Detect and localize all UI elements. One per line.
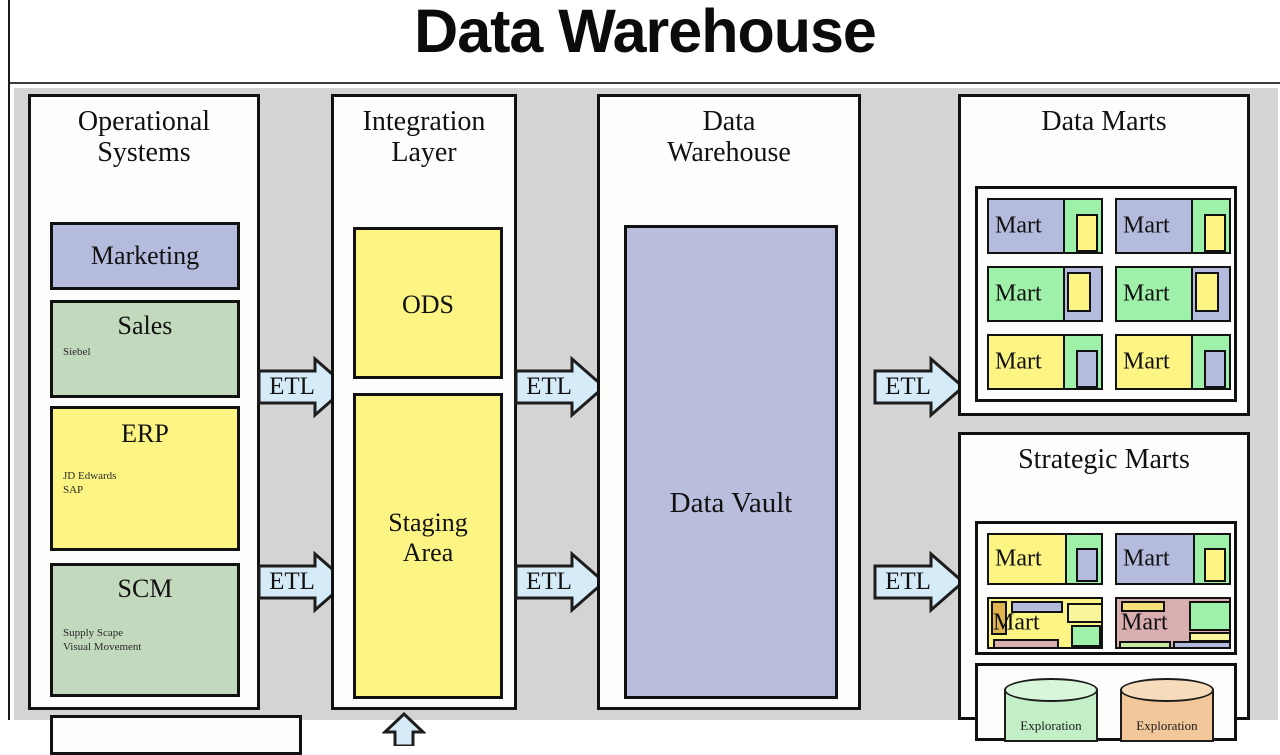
box-data-vault[interactable]: Data Vault bbox=[624, 225, 838, 699]
mart-side-b bbox=[1067, 272, 1091, 312]
cylinder-label: Exploration bbox=[1136, 718, 1198, 733]
mart-item[interactable]: Mart bbox=[987, 266, 1103, 322]
box-erp-label: ERP bbox=[121, 419, 169, 448]
mart-cell bbox=[1071, 625, 1101, 647]
box-scm[interactable]: SCM Supply Scape Visual Movement bbox=[50, 563, 240, 697]
cylinder-exploration-2[interactable]: Exploration bbox=[1120, 678, 1214, 742]
data-marts-grid: Mart Mart Mart Mart Mart Mart bbox=[975, 186, 1237, 402]
cylinder-top bbox=[1004, 678, 1098, 702]
arrow-etl-label: ETL bbox=[269, 373, 315, 400]
box-marketing[interactable]: Marketing bbox=[50, 222, 240, 290]
panel-title-line-2: Warehouse bbox=[667, 137, 791, 168]
title-band: Data Warehouse bbox=[10, 0, 1280, 84]
box-erp[interactable]: ERP JD Edwards SAP bbox=[50, 406, 240, 551]
box-scm-sub-2: Visual Movement bbox=[63, 641, 142, 653]
mart-side-b bbox=[1204, 350, 1226, 388]
mart-label: Mart bbox=[995, 348, 1042, 375]
page-left-rule bbox=[8, 0, 10, 720]
panel-title-strategic-marts: Strategic Marts bbox=[1018, 444, 1190, 475]
box-sales-label: Sales bbox=[117, 311, 173, 340]
box-ods[interactable]: ODS bbox=[353, 227, 503, 379]
panel-title-line-2: Systems bbox=[97, 137, 191, 168]
mart-label: Mart bbox=[1123, 348, 1170, 375]
mart-item[interactable]: Mart bbox=[1115, 533, 1231, 585]
mart-side-b bbox=[1076, 350, 1098, 388]
arrow-etl-label: ETL bbox=[885, 568, 931, 595]
panel-title-data-marts: Data Marts bbox=[1041, 106, 1167, 137]
mart-item[interactable]: Mart bbox=[987, 198, 1103, 254]
mart-label: Mart bbox=[995, 280, 1042, 307]
box-erp-sub-1: JD Edwards bbox=[63, 470, 117, 482]
mart-cell bbox=[1173, 641, 1229, 647]
box-staging-area-label-line-2: Area bbox=[402, 538, 454, 567]
panel-operational-systems: Operational Systems Marketing Sales Sieb… bbox=[28, 94, 260, 710]
mart-side-b bbox=[1076, 214, 1098, 252]
mart-side-b bbox=[1204, 214, 1226, 252]
arrow-etl-label: ETL bbox=[269, 568, 315, 595]
panel-integration-layer: Integration Layer ODS Staging Area bbox=[331, 94, 517, 710]
panel-data-warehouse: Data Warehouse Data Vault bbox=[597, 94, 861, 710]
exploration-warehouse-group: Exploration Exploration bbox=[975, 663, 1237, 742]
box-staging-area[interactable]: Staging Area bbox=[353, 393, 503, 699]
mart-label: Mart bbox=[993, 609, 1040, 636]
arrow-etl-dwh-to-marts-top: ETL bbox=[873, 356, 965, 418]
box-scm-sub-1: Supply Scape bbox=[63, 627, 124, 639]
mart-side-b bbox=[1076, 548, 1098, 582]
box-sales-sub-1: Siebel bbox=[63, 346, 91, 358]
arrow-etl-integration-to-dwh-bottom: ETL bbox=[514, 551, 606, 613]
mart-label: Mart bbox=[1123, 280, 1170, 307]
panel-title-line-2: Layer bbox=[391, 137, 457, 168]
mart-side-b bbox=[1195, 272, 1219, 312]
mart-label: Mart bbox=[1121, 609, 1168, 636]
arrow-etl-label: ETL bbox=[526, 373, 572, 400]
arrow-etl-label: ETL bbox=[526, 568, 572, 595]
mart-item[interactable]: Mart bbox=[1115, 334, 1231, 390]
panel-strategic-marts: Strategic Marts Mart Mart Mart Mart Expl… bbox=[958, 432, 1250, 742]
arrow-etl-integration-to-dwh-top: ETL bbox=[514, 356, 606, 418]
mart-label: Mart bbox=[995, 212, 1042, 239]
mart-item[interactable]: Mart bbox=[1115, 198, 1231, 254]
diagram-canvas: Operational Systems Marketing Sales Sieb… bbox=[14, 88, 1278, 755]
box-bottom-partial-left bbox=[50, 715, 302, 755]
panel-title-line-1: Integration bbox=[362, 106, 486, 137]
mart-cell bbox=[1067, 603, 1101, 623]
box-staging-area-label-line-1: Staging bbox=[388, 508, 468, 537]
mart-item[interactable]: Mart bbox=[1115, 266, 1231, 322]
mart-label: Mart bbox=[1123, 212, 1170, 239]
box-marketing-label: Marketing bbox=[90, 241, 200, 270]
mart-item[interactable]: Mart bbox=[987, 533, 1103, 585]
mart-item[interactable]: Mart bbox=[1115, 597, 1231, 649]
mart-cell bbox=[993, 639, 1059, 647]
box-scm-label: SCM bbox=[117, 574, 173, 603]
strategic-marts-grid: Mart Mart Mart Mart bbox=[975, 521, 1237, 655]
mart-label: Mart bbox=[1123, 545, 1170, 572]
mart-cell bbox=[1189, 601, 1229, 631]
box-sales[interactable]: Sales Siebel bbox=[50, 300, 240, 398]
mart-side-b bbox=[1204, 548, 1226, 582]
box-erp-sub-2: SAP bbox=[63, 484, 84, 496]
panel-data-marts: Data Marts Mart Mart Mart Mart Mart Mart bbox=[958, 94, 1250, 416]
arrow-etl-label: ETL bbox=[885, 373, 931, 400]
panel-title-integration-layer: Integration Layer bbox=[334, 97, 514, 168]
page-title: Data Warehouse bbox=[414, 0, 877, 65]
cylinder-top bbox=[1120, 678, 1214, 702]
box-ods-label: ODS bbox=[401, 290, 454, 319]
mart-item[interactable]: Mart bbox=[987, 597, 1103, 649]
arrow-etl-up-to-staging bbox=[381, 711, 427, 748]
diagram-page: Data Warehouse Operational Systems Marke… bbox=[0, 0, 1280, 755]
panel-title-operational-systems: Operational Systems bbox=[31, 97, 257, 168]
cylinder-label: Exploration bbox=[1020, 718, 1082, 733]
panel-title-line-1: Operational bbox=[77, 106, 211, 137]
panel-title-data-warehouse: Data Warehouse bbox=[600, 97, 858, 168]
panel-title-line-1: Data bbox=[702, 106, 756, 137]
mart-label: Mart bbox=[995, 545, 1042, 572]
arrow-etl-dwh-to-marts-bottom: ETL bbox=[873, 551, 965, 613]
cylinder-exploration-1[interactable]: Exploration bbox=[1004, 678, 1098, 742]
mart-item[interactable]: Mart bbox=[987, 334, 1103, 390]
mart-cell bbox=[1119, 641, 1171, 647]
box-data-vault-label: Data Vault bbox=[669, 487, 793, 519]
